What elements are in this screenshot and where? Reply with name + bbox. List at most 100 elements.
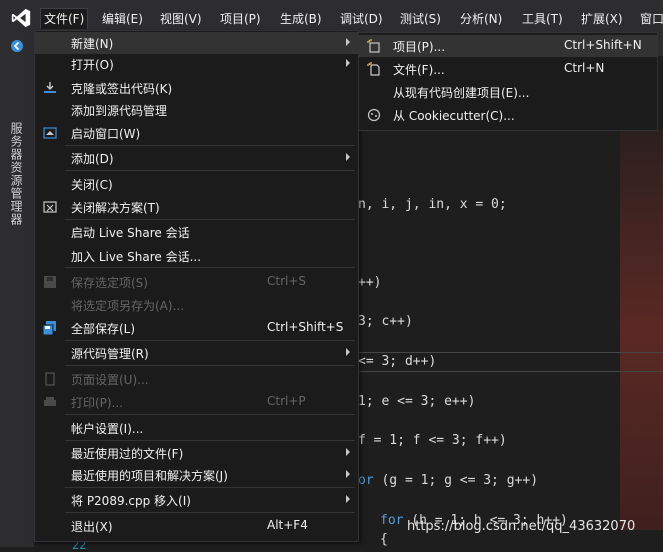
- code-keyword: for: [380, 513, 404, 528]
- menu-item-shortcut: Ctrl+Shift+N: [564, 38, 642, 52]
- menu-item-shortcut: Ctrl+S: [267, 274, 307, 288]
- submenu-item-new-file[interactable]: 文件(F)... Ctrl+N: [359, 58, 657, 80]
- server-explorer-tab[interactable]: 服务器资源管理器: [9, 122, 25, 226]
- new-file-icon: [367, 62, 380, 76]
- back-icon[interactable]: [10, 39, 24, 53]
- submenu-arrow-icon: [346, 153, 350, 161]
- code-text: (g = 1; g <= 3; g++): [373, 473, 539, 488]
- menu-item-label: 打开(O): [71, 58, 114, 72]
- visual-studio-logo-icon[interactable]: [10, 7, 32, 29]
- code-line: ++): [358, 275, 382, 290]
- submenu-item-cookiecutter[interactable]: 从 Cookiecutter(C)...: [359, 104, 657, 126]
- menu-item-label: 打印(P)...: [71, 396, 124, 410]
- start-window-icon: [43, 127, 57, 139]
- menu-tools[interactable]: 工具(T): [519, 9, 566, 29]
- menu-item-label: 从现有代码创建项目(E)...: [393, 86, 530, 100]
- menu-item-move-file[interactable]: 将 P2089.cpp 移入(I): [35, 489, 358, 511]
- print-icon: [44, 397, 56, 406]
- menu-item-label: 添加到源代码管理: [71, 104, 168, 118]
- file-menu-dropdown: 新建(N) 打开(O) 克隆或签出代码(K) 添加到源代码管理 启动窗口(W) …: [34, 30, 359, 542]
- submenu-arrow-icon: [346, 348, 350, 356]
- menu-separator: [65, 440, 355, 441]
- menu-item-new[interactable]: 新建(N): [35, 32, 358, 54]
- menu-item-shortcut: Ctrl+N: [564, 61, 605, 75]
- menu-item-recent-projects[interactable]: 最近使用的项目和解决方案(J): [35, 464, 358, 486]
- menu-view[interactable]: 视图(V): [157, 9, 205, 29]
- menu-debug[interactable]: 调试(D): [337, 9, 386, 29]
- menu-item-account-settings[interactable]: 帐户设置(I)...: [35, 417, 358, 439]
- menu-item-label: 关闭解决方案(T): [71, 201, 160, 215]
- menu-item-clone[interactable]: 克隆或签出代码(K): [35, 77, 358, 99]
- menu-window[interactable]: 窗口: [637, 9, 663, 29]
- menu-separator: [65, 267, 355, 268]
- menu-project[interactable]: 项目(P): [217, 9, 264, 29]
- menu-item-label: 新建(N): [71, 37, 114, 51]
- menu-item-save-selected: 保存选定项(S) Ctrl+S: [35, 271, 358, 293]
- menu-item-label: 启动窗口(W): [71, 127, 141, 141]
- watermark-url: https://blog.csdn.net/qq_43632070: [407, 519, 636, 534]
- menu-item-live-share-start[interactable]: 启动 Live Share 会话: [35, 221, 358, 243]
- menu-item-recent-files[interactable]: 最近使用过的文件(F): [35, 442, 358, 464]
- menu-separator: [65, 512, 355, 513]
- menu-item-label: 启动 Live Share 会话: [71, 226, 190, 240]
- editor-background-decoration: [620, 130, 663, 530]
- menu-item-exit[interactable]: 退出(X) Alt+F4: [35, 515, 358, 537]
- menu-extensions[interactable]: 扩展(X): [578, 9, 626, 29]
- code-line: f = 1; f <= 3; f++): [358, 433, 507, 448]
- menu-item-label: 保存选定项(S): [71, 276, 148, 290]
- menu-item-shortcut: Alt+F4: [267, 518, 308, 532]
- menu-item-label: 帐户设置(I)...: [71, 422, 144, 436]
- submenu-arrow-icon: [346, 470, 350, 478]
- menu-item-label: 全部保存(L): [71, 322, 136, 336]
- menu-separator: [65, 487, 355, 488]
- code-line: n, i, j, in, x = 0;: [358, 197, 507, 212]
- menu-item-page-setup: 页面设置(U)...: [35, 368, 358, 390]
- menu-item-label: 退出(X): [71, 520, 113, 534]
- save-icon: [44, 276, 56, 288]
- menu-edit[interactable]: 编辑(E): [99, 9, 146, 29]
- menu-item-source-control[interactable]: 源代码管理(R): [35, 342, 358, 364]
- menu-item-close[interactable]: 关闭(C): [35, 173, 358, 195]
- menu-item-add-to-source-control[interactable]: 添加到源代码管理: [35, 99, 358, 121]
- menu-item-shortcut: Ctrl+Shift+S: [267, 320, 344, 334]
- code-line: {: [380, 532, 388, 547]
- menu-item-label: 页面设置(U)...: [71, 373, 149, 387]
- submenu-arrow-icon: [346, 495, 350, 503]
- code-line: 3; c++): [358, 314, 413, 329]
- save-all-icon: [43, 321, 56, 335]
- menu-item-start-window[interactable]: 启动窗口(W): [35, 122, 358, 144]
- menu-separator: [65, 170, 355, 171]
- code-line: <= 3; d++): [358, 354, 437, 369]
- menu-item-label: 最近使用过的文件(F): [71, 447, 184, 461]
- submenu-arrow-icon: [346, 448, 350, 456]
- menu-item-label: 项目(P)...: [393, 40, 446, 54]
- menu-item-label: 从 Cookiecutter(C)...: [393, 109, 515, 123]
- menu-item-open[interactable]: 打开(O): [35, 53, 358, 75]
- menu-item-label: 源代码管理(R): [71, 347, 149, 361]
- submenu-item-from-existing-code[interactable]: 从现有代码创建项目(E)...: [359, 81, 657, 103]
- menu-item-add[interactable]: 添加(D): [35, 147, 358, 169]
- new-submenu: 项目(P)... Ctrl+Shift+N 文件(F)... Ctrl+N 从现…: [358, 32, 658, 131]
- download-icon: [44, 82, 56, 93]
- menu-separator: [65, 365, 355, 366]
- menu-item-close-solution[interactable]: 关闭解决方案(T): [35, 196, 358, 218]
- menu-item-shortcut: Ctrl+P: [267, 394, 306, 408]
- menu-item-label: 将 P2089.cpp 移入(I): [71, 494, 191, 508]
- menu-item-label: 克隆或签出代码(K): [71, 82, 173, 96]
- code-line: 1; e <= 3; e++): [358, 394, 476, 409]
- submenu-item-new-project[interactable]: 项目(P)... Ctrl+Shift+N: [359, 35, 657, 57]
- menu-separator: [65, 340, 355, 341]
- menu-build[interactable]: 生成(B): [277, 9, 325, 29]
- menu-item-save-as: 将选定项另存为(A)...: [35, 294, 358, 316]
- menu-item-save-all[interactable]: 全部保存(L) Ctrl+Shift+S: [35, 317, 358, 339]
- menu-item-label: 将选定项另存为(A)...: [71, 299, 185, 313]
- menu-item-live-share-join[interactable]: 加入 Live Share 会话...: [35, 245, 358, 267]
- menu-test[interactable]: 测试(S): [397, 9, 444, 29]
- menu-analyze[interactable]: 分析(N): [457, 9, 505, 29]
- submenu-arrow-icon: [346, 59, 350, 67]
- menu-item-label: 关闭(C): [71, 178, 113, 192]
- left-tool-strip: 服务器资源管理器: [0, 56, 34, 547]
- menu-file[interactable]: 文件(F): [40, 8, 89, 29]
- menu-item-print: 打印(P)... Ctrl+P: [35, 391, 358, 413]
- code-line: or (g = 1; g <= 3; g++): [358, 473, 538, 488]
